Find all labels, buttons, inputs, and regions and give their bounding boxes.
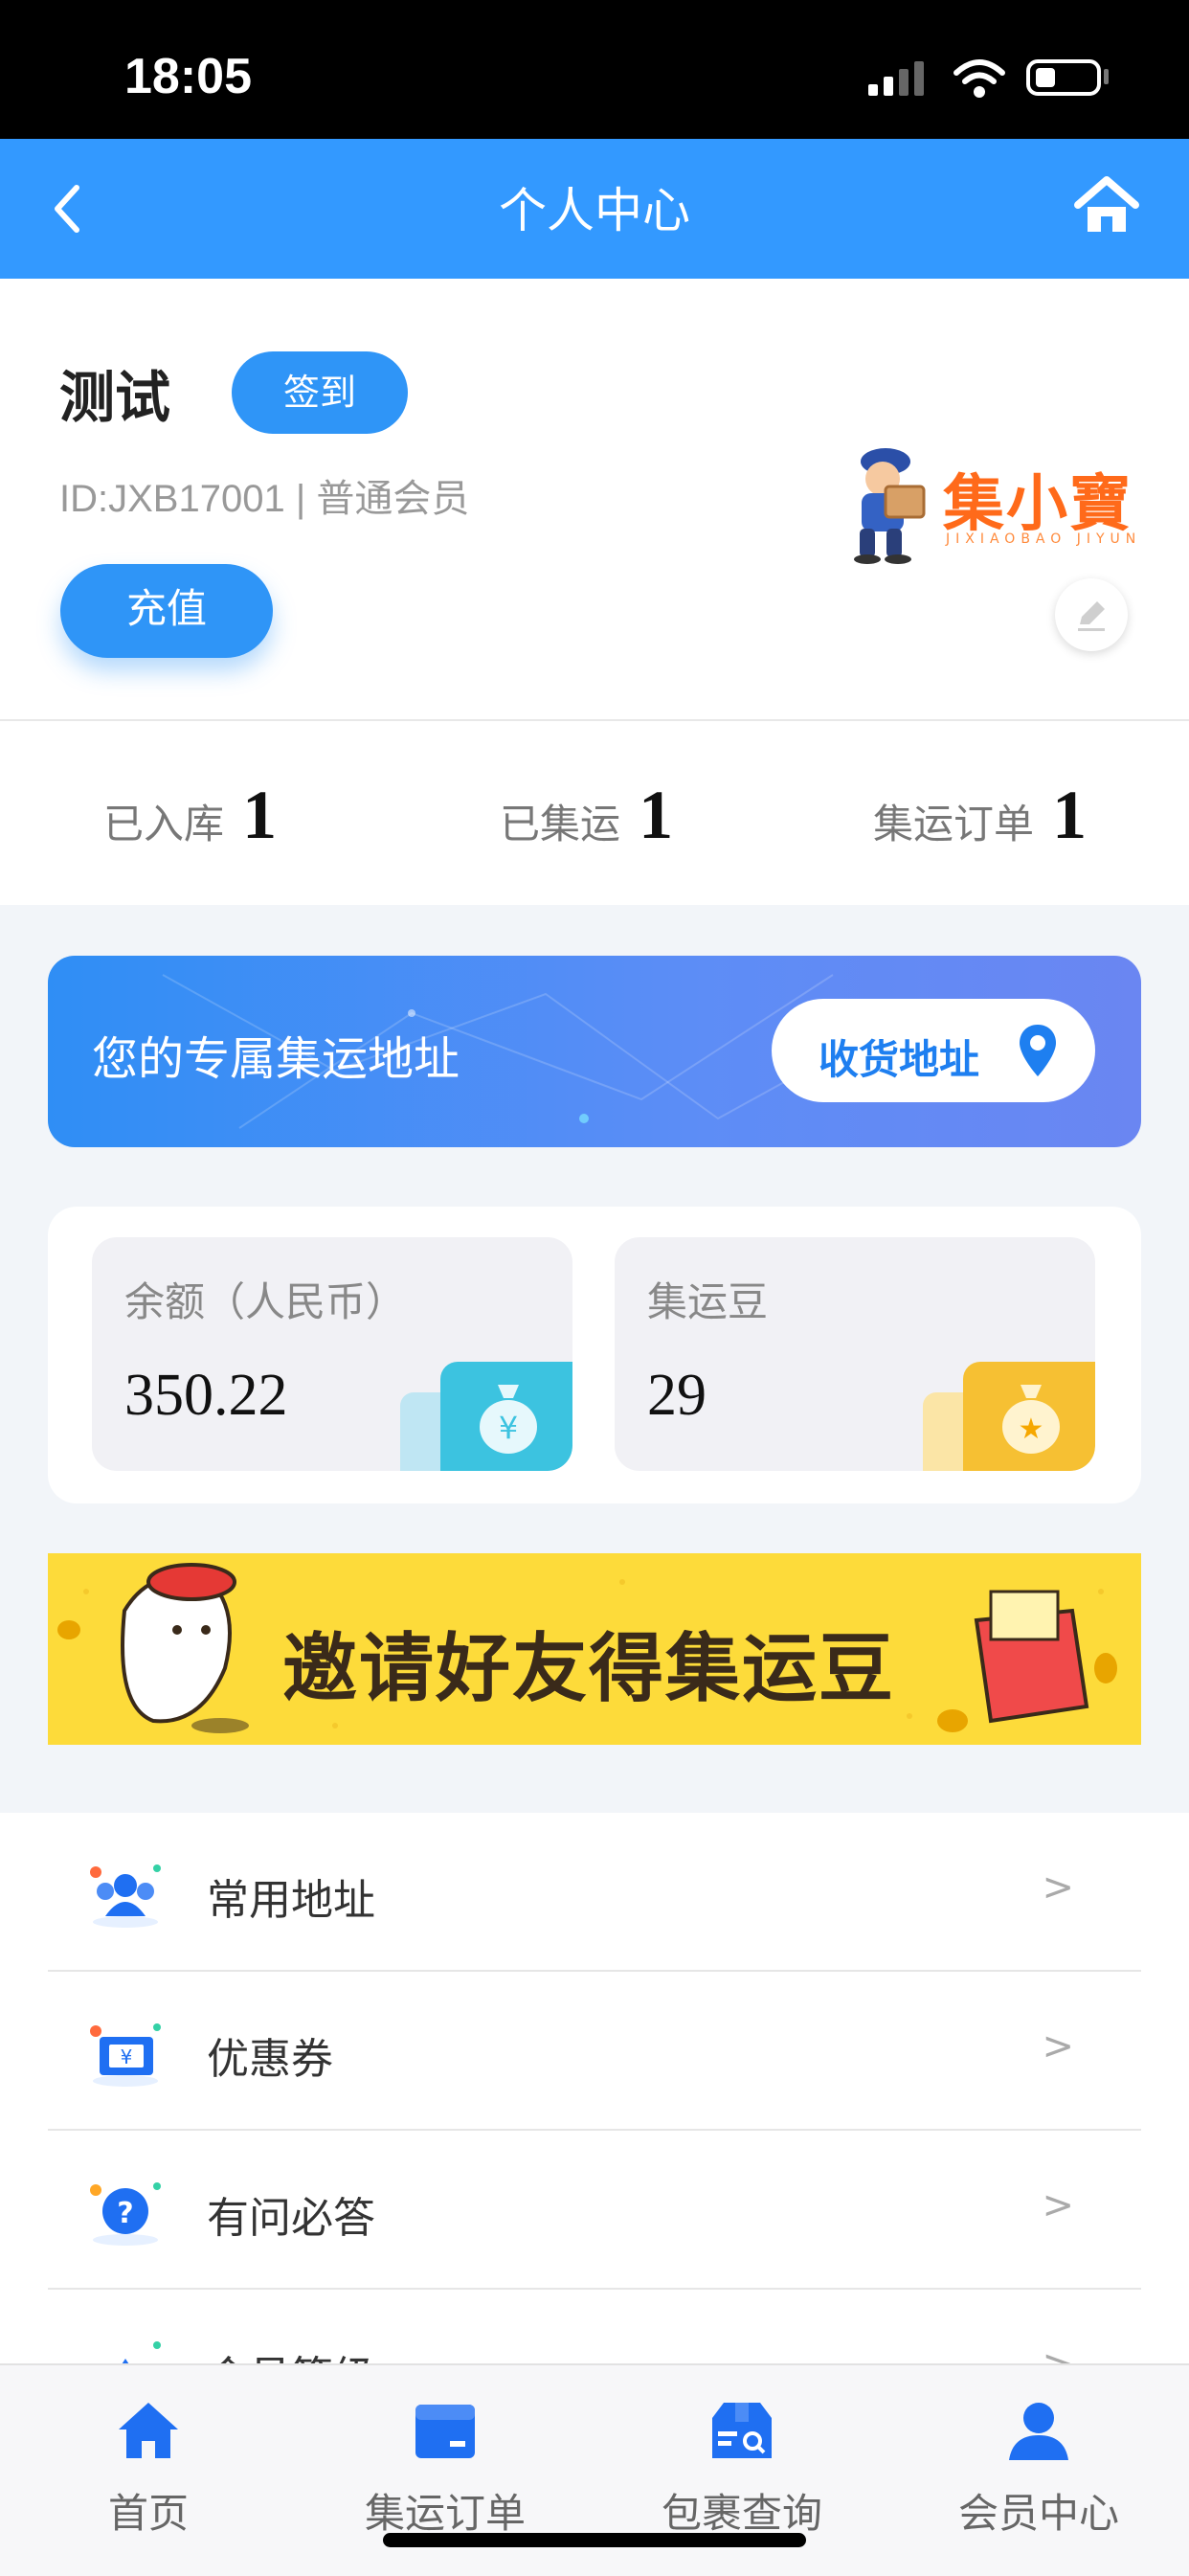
stat-orders[interactable]: 集运订单 1 [873, 776, 1087, 855]
svg-text:¥: ¥ [121, 2045, 133, 2068]
tab-package-search[interactable]: 包裹查询 [594, 2399, 890, 2540]
chevron-right-icon: > [1042, 1865, 1074, 1909]
member-icon [1009, 2403, 1068, 2460]
money-bag-yuan-icon: ¥ [440, 1362, 572, 1471]
stat-label: 已入库 [103, 801, 225, 847]
order-box-icon [415, 2405, 475, 2458]
beans-value: 29 [647, 1363, 707, 1428]
stat-consolidated[interactable]: 已集运 1 [500, 776, 673, 855]
tab-label: 首页 [107, 2490, 189, 2537]
pencil-icon [1078, 601, 1105, 631]
signal-icon [868, 61, 924, 96]
chevron-right-icon: > [1042, 2024, 1074, 2068]
brand-logo-text: 集小寶 [943, 469, 1133, 540]
recharge-button[interactable]: 充值 [60, 564, 273, 658]
stat-value: 1 [1052, 777, 1088, 853]
home-indicator [383, 2533, 806, 2547]
battery-nub [1104, 69, 1109, 84]
wifi-icon [953, 59, 1005, 98]
beans-label: 集运豆 [647, 1278, 769, 1325]
balance-card[interactable]: 余额（人民币） 350.22 ¥ [92, 1237, 572, 1471]
balance-label: 余额（人民币） [124, 1278, 407, 1325]
home-icon [119, 2403, 178, 2458]
stat-label: 已集运 [500, 801, 621, 847]
brand-logo-subtext: JIXIAOBAO JIYUN [946, 531, 1142, 547]
stat-label: 集运订单 [873, 801, 1035, 847]
chevron-right-icon: > [1042, 2183, 1074, 2227]
balance-value: 350.22 [124, 1363, 288, 1428]
package-search-icon [712, 2403, 772, 2458]
tab-label: 包裹查询 [661, 2490, 822, 2537]
menu-item-faq[interactable]: ? 有问必答 > [48, 2131, 1141, 2290]
money-bag-star-icon: ★ [963, 1362, 1095, 1471]
status-time: 18:05 [124, 49, 252, 104]
stat-stored[interactable]: 已入库 1 [103, 776, 277, 855]
battery-icon [1026, 59, 1101, 96]
svg-text:¥: ¥ [499, 1410, 518, 1446]
tab-home[interactable]: 首页 [0, 2399, 297, 2540]
menu-item-coupons[interactable]: ¥ 优惠券 > [48, 1972, 1141, 2131]
question-icon: ? [90, 2182, 161, 2246]
menu-label: 有问必答 [207, 2194, 375, 2243]
receive-address-label: 收货地址 [819, 1036, 980, 1083]
menu-item-addresses[interactable]: 常用地址 > [48, 1813, 1141, 1972]
tab-label: 集运订单 [364, 2490, 526, 2537]
page-title: 个人中心 [499, 183, 690, 238]
tab-label: 会员中心 [957, 2490, 1119, 2537]
location-pin-icon [1020, 1025, 1056, 1076]
edit-button[interactable] [1055, 578, 1128, 651]
invite-banner-text: 邀请好友得集运豆 [282, 1626, 896, 1712]
svg-text:★: ★ [1019, 1412, 1044, 1446]
address-banner-text: 您的专属集运地址 [92, 1032, 460, 1086]
tab-member-center[interactable]: 会员中心 [890, 2399, 1187, 2540]
menu-label: 常用地址 [207, 1876, 375, 1925]
signin-button[interactable]: 签到 [232, 351, 408, 434]
contacts-icon [90, 1864, 161, 1928]
home-icon[interactable] [1072, 172, 1141, 239]
menu-label: 优惠券 [207, 2035, 333, 2084]
tab-orders[interactable]: 集运订单 [297, 2399, 594, 2540]
courier-mascot-icon [854, 448, 926, 564]
svg-text:?: ? [117, 2197, 133, 2230]
beans-card[interactable]: 集运豆 29 ★ [615, 1237, 1095, 1471]
user-name: 测试 [59, 365, 171, 430]
user-meta: ID:JXB17001 | 普通会员 [59, 478, 470, 520]
coupon-icon: ¥ [90, 2023, 161, 2087]
stat-value: 1 [639, 777, 674, 853]
stat-value: 1 [242, 777, 278, 853]
